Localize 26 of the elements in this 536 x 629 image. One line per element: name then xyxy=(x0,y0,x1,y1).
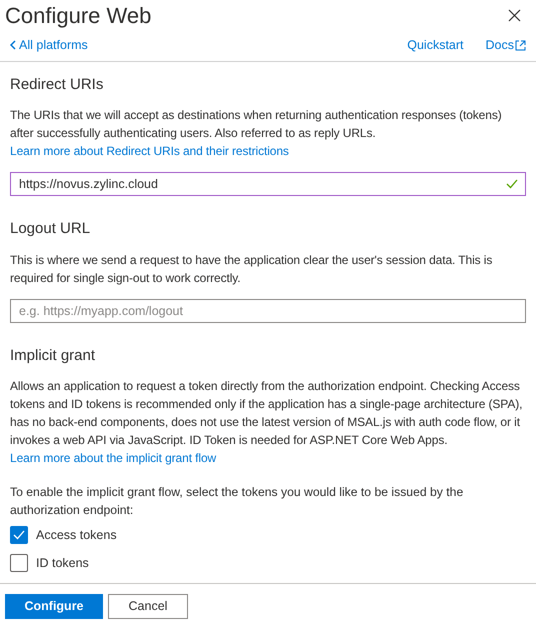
section-heading: Logout URL xyxy=(10,219,92,240)
learn-more-link[interactable]: Learn more about the implicit grant flow xyxy=(10,451,216,466)
section-heading: Implicit grant xyxy=(10,346,96,366)
external-link-icon xyxy=(515,40,526,51)
learn-more-link[interactable]: Learn more about Redirect URIs and their restrictions xyxy=(10,144,289,158)
checkbox-label: ID tokens xyxy=(36,554,89,572)
section-description: The URIs that we will accept as destinations when returning authentication responses (tokens) after successfully authenticating users. Also referred to as reply URLs. Learn more about Redirect URIs and their restrictions xyxy=(10,107,503,160)
close-icon[interactable] xyxy=(508,8,521,22)
checkbox[interactable] xyxy=(10,554,28,572)
section-heading: Redirect URIs xyxy=(10,74,104,95)
grant-instructions: To enable the implicit grant flow, select the tokens you would like to be issued by the authorization endpoint: xyxy=(10,484,464,520)
text-field[interactable]: https://novus.zylinc.cloud xyxy=(10,172,526,196)
checkbox[interactable] xyxy=(10,526,28,544)
chevron-left-icon xyxy=(10,40,16,50)
checkbox-label: Access tokens xyxy=(36,527,117,544)
cancel-button[interactable]: Cancel xyxy=(108,594,188,619)
checkmark-icon xyxy=(13,530,25,540)
header-link[interactable]: Docs xyxy=(486,36,526,55)
header-link[interactable]: Quickstart xyxy=(407,36,464,55)
section-description: Allows an application to request a token directly from the authorization endpoint. Checking Access tokens and ID tokens is recommended only if the application has a single-page architecture (SPA), has no back-end components, does not use the latest version of MSAL.js with auth code flow, or it invokes a web API via JavaScript. ID Token is needed for ASP.NET Core Web Apps. Learn more about the implicit grant flow xyxy=(10,378,524,468)
section-description: This is where we send a request to have the application clear the user's session data. This is required for single sign-out to work correctly. xyxy=(10,252,494,287)
check-icon xyxy=(506,179,518,190)
back-link[interactable]: All platforms xyxy=(10,36,88,55)
panel-title: Configure Web xyxy=(5,2,152,30)
text-field[interactable]: e.g. https://myapp.com/logout xyxy=(10,298,526,323)
configure-button[interactable]: Configure xyxy=(5,594,103,619)
